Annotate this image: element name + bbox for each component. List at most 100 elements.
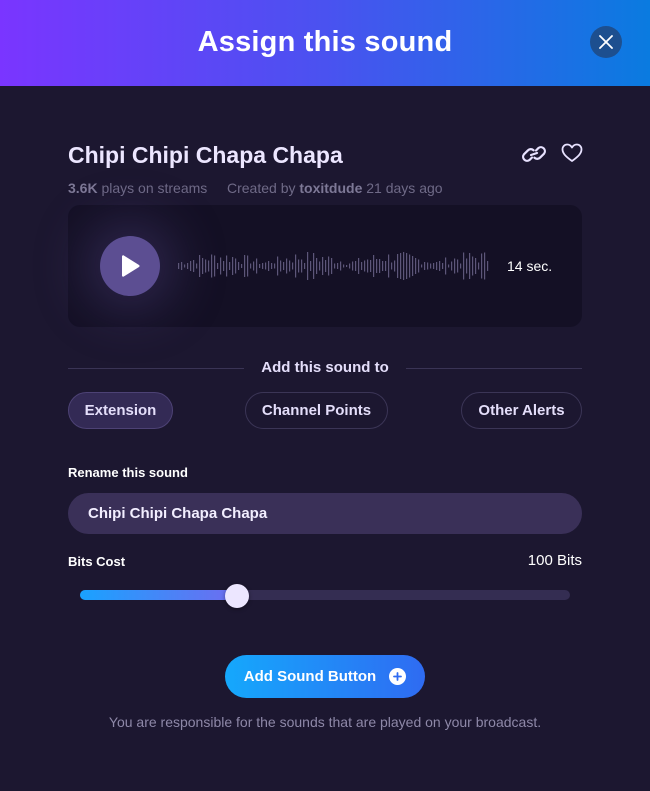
waveform-bar [334, 263, 336, 269]
waveform-bar [214, 255, 216, 277]
waveform-bar [346, 265, 348, 267]
add-sound-button-label: Add Sound Button [243, 668, 377, 685]
waveform-bar [262, 263, 264, 269]
waveform-bar [208, 260, 210, 272]
option-other-alerts[interactable]: Other Alerts [461, 392, 582, 429]
waveform-bar [370, 260, 372, 272]
waveform-bar [292, 262, 294, 270]
option-extension[interactable]: Extension [68, 392, 173, 429]
modal-header: Assign this sound [0, 0, 650, 86]
waveform-bar [487, 261, 489, 271]
waveform-bar [418, 259, 420, 273]
waveform-bar [460, 263, 462, 269]
waveform-bar [322, 257, 324, 275]
waveform-bar [217, 263, 219, 269]
waveform-bar [193, 260, 195, 272]
waveform-bar [397, 254, 399, 278]
modal-title: Assign this sound [197, 26, 453, 58]
close-icon [599, 35, 613, 49]
waveform[interactable] [178, 241, 490, 291]
waveform-bar [442, 263, 444, 269]
waveform-bar [421, 264, 423, 268]
waveform-bar [358, 258, 360, 274]
plays-count: 3.6K plays on streams [68, 180, 207, 196]
waveform-bar [220, 257, 222, 275]
waveform-bar [469, 253, 471, 279]
add-sound-button[interactable]: Add Sound Button [225, 655, 425, 698]
duration-label: 14 sec. [507, 258, 553, 274]
waveform-bar [361, 262, 363, 270]
favorite-button[interactable] [560, 141, 584, 165]
bits-cost-label: Bits Cost [68, 554, 126, 569]
plays-label: plays on streams [101, 180, 208, 196]
waveform-bar [352, 261, 354, 271]
waveform-bar [412, 256, 414, 276]
waveform-bar [349, 263, 351, 269]
waveform-bar [463, 252, 465, 280]
created-label: Created by [227, 180, 296, 196]
waveform-bar [430, 263, 432, 269]
waveform-bar [364, 260, 366, 272]
waveform-bar [367, 259, 369, 273]
waveform-bar [307, 252, 309, 280]
waveform-bar [382, 261, 384, 271]
close-button[interactable] [590, 26, 622, 58]
waveform-bar [295, 254, 297, 278]
waveform-bar [388, 254, 390, 278]
divider-line [406, 368, 582, 369]
waveform-bar [331, 258, 333, 274]
waveform-bar [244, 255, 246, 277]
waveform-bar [394, 260, 396, 272]
waveform-bar [436, 262, 438, 270]
created-time: 21 days ago [366, 180, 443, 196]
waveform-bar [403, 252, 405, 280]
waveform-bar [409, 254, 411, 278]
bits-cost-slider[interactable] [80, 584, 570, 608]
waveform-bar [241, 264, 243, 268]
waveform-bar [298, 259, 300, 273]
waveform-bar [406, 253, 408, 279]
waveform-bar [283, 262, 285, 270]
waveform-bar [184, 264, 186, 268]
waveform-bar [472, 256, 474, 276]
waveform-bar [190, 261, 192, 271]
waveform-bar [229, 262, 231, 270]
waveform-bar [289, 260, 291, 272]
assign-sound-modal: Assign this sound Chipi Chipi Chapa Chap… [0, 0, 650, 791]
waveform-bar [304, 263, 306, 269]
waveform-bar [301, 259, 303, 273]
waveform-bar [256, 258, 258, 274]
waveform-bar [178, 263, 180, 269]
slider-thumb[interactable] [225, 584, 249, 608]
waveform-bar [448, 264, 450, 268]
slider-fill [80, 590, 237, 600]
option-channel-points[interactable]: Channel Points [245, 392, 388, 429]
waveform-bar [235, 258, 237, 274]
created-info: Created by toxitdude 21 days ago [227, 180, 443, 196]
waveform-bar [340, 261, 342, 271]
plus-circle-icon [389, 668, 407, 685]
waveform-bar [313, 253, 315, 279]
waveform-bar [466, 258, 468, 274]
play-button[interactable] [100, 236, 160, 296]
waveform-bar [259, 264, 261, 268]
waveform-bar [385, 261, 387, 271]
waveform-bar [271, 263, 273, 269]
waveform-bar [316, 258, 318, 274]
waveform-bar [181, 262, 183, 270]
waveform-bar [400, 253, 402, 279]
waveform-bar [325, 260, 327, 272]
waveform-bar [376, 259, 378, 273]
waveform-bar [286, 258, 288, 274]
waveform-bar [205, 259, 207, 273]
waveform-bar [445, 257, 447, 275]
creator-name: toxitdude [299, 180, 363, 196]
waveform-bar [247, 255, 249, 277]
rename-input[interactable] [68, 493, 582, 534]
bits-cost-value: 100 Bits [527, 552, 582, 569]
waveform-bar [475, 258, 477, 274]
waveform-bar [199, 255, 201, 277]
waveform-bar [265, 262, 267, 270]
copy-link-button[interactable] [520, 141, 548, 167]
waveform-bar [319, 261, 321, 271]
